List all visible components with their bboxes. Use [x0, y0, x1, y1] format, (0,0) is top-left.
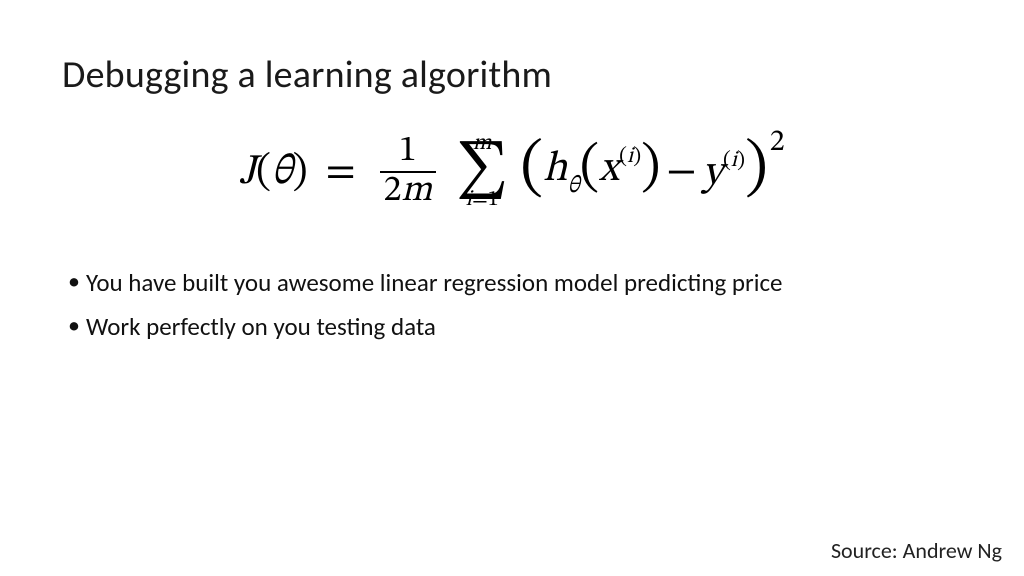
lhs: J(θ) — [239, 151, 307, 193]
fraction-numerator: 1 — [380, 133, 437, 173]
outer-paren-open: ( — [520, 144, 543, 195]
slide: Debugging a learning algorithm J(θ) = 1 … — [0, 0, 1024, 576]
minus-sign: − — [666, 151, 696, 193]
fraction: 1 2m — [380, 133, 437, 211]
x-superscript: (i) — [619, 146, 641, 168]
y-term: y(i) — [703, 150, 745, 194]
y-superscript: (i) — [723, 150, 745, 172]
bullet-list: You have built you awesome linear regres… — [68, 266, 782, 354]
h-subscript: θ — [567, 174, 579, 198]
hypothesis-term: hθ(x(i)) — [543, 146, 660, 198]
fraction-denominator: 2m — [380, 173, 437, 211]
lhs-arg: θ — [271, 151, 293, 193]
squared-exponent: 2 — [770, 128, 785, 158]
cost-function-formula: J(θ) = 1 2m m ∑ i=1 (hθ(x(i))−y(i))2 — [0, 128, 1024, 211]
sigma-symbol: ∑ — [456, 149, 508, 194]
outer-paren-close: ) — [745, 144, 768, 195]
slide-title: Debugging a learning algorithm — [62, 52, 552, 98]
equals-sign: = — [325, 151, 355, 193]
summation: m ∑ i=1 — [456, 133, 508, 212]
bullet-item: You have built you awesome linear regres… — [68, 266, 782, 300]
lhs-func: J — [239, 151, 256, 193]
source-attribution: Source: Andrew Ng — [831, 537, 1002, 564]
bullet-item: Work perfectly on you testing data — [68, 310, 782, 344]
